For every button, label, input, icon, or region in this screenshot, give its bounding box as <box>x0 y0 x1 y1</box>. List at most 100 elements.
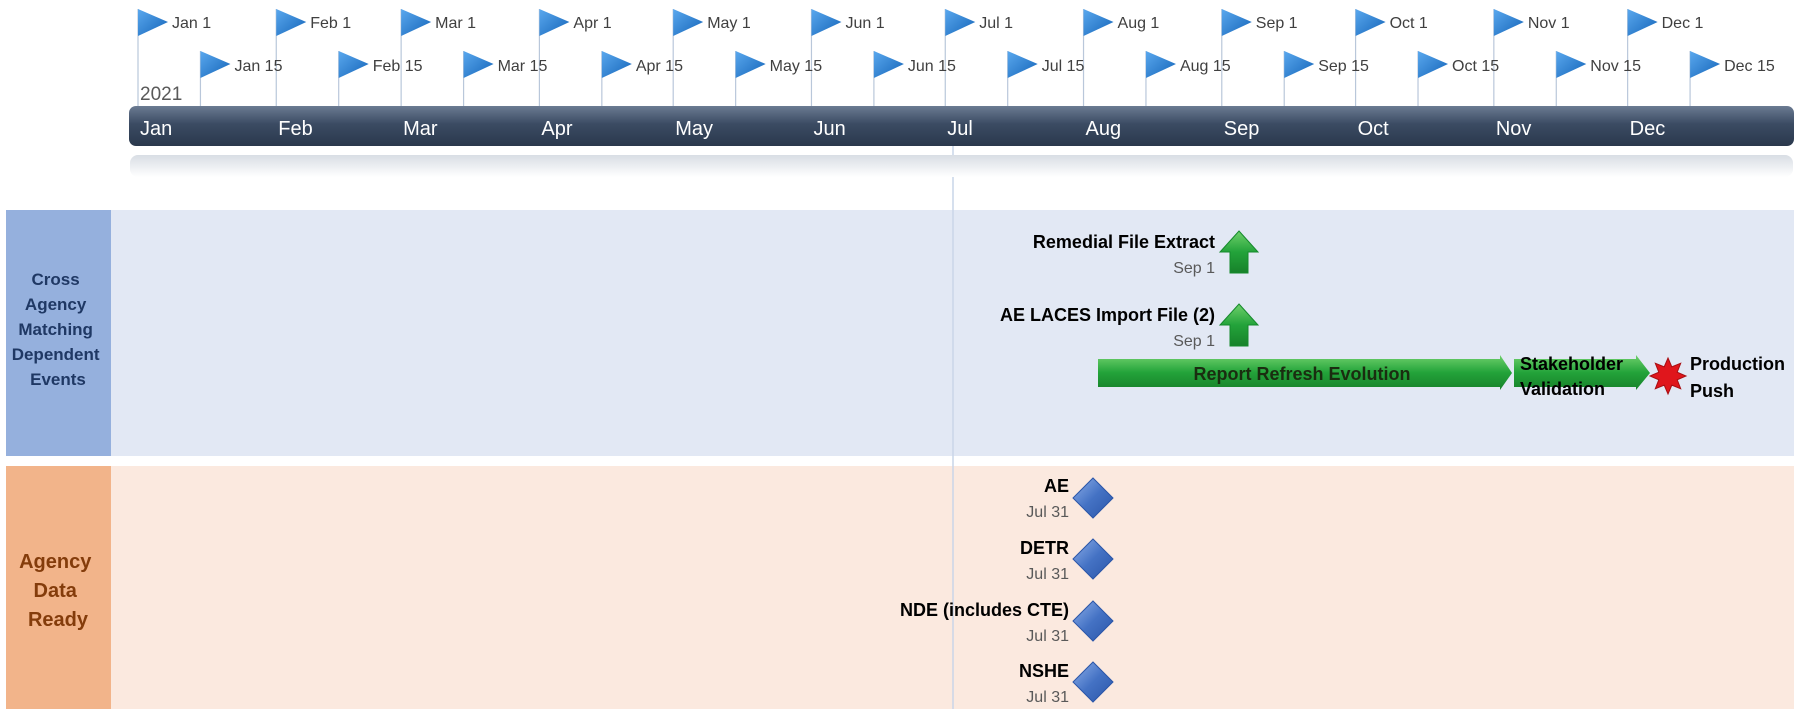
marker-label: Jan 15 <box>234 58 282 75</box>
flag-icon <box>1083 9 1114 36</box>
date-marker: Jul 15 <box>1007 51 1085 106</box>
milestone-title: Remedial File Extract <box>1033 232 1215 252</box>
marker-label: Nov 1 <box>1528 15 1570 32</box>
marker-label: Apr 1 <box>573 15 611 32</box>
month-label: Jan <box>140 118 172 140</box>
date-marker: Apr 15 <box>601 51 683 106</box>
flag-icon <box>1355 9 1386 36</box>
lane-label-cross-agency-line: Agency <box>25 295 87 314</box>
month-label: Apr <box>541 118 572 140</box>
task-label: Report Refresh Evolution <box>1193 364 1410 384</box>
lane-label-agency-data-line: Data <box>34 580 78 602</box>
month-label: Mar <box>403 118 438 140</box>
flag-icon <box>1493 9 1524 36</box>
flag-icon <box>1007 51 1038 78</box>
star-burst-icon <box>1648 356 1688 396</box>
month-label: Jul <box>947 118 973 140</box>
marker-label: Oct 15 <box>1452 58 1499 75</box>
marker-label: Aug 1 <box>1118 15 1160 32</box>
milestone-title: NSHE <box>1019 661 1069 681</box>
marker-label: Oct 1 <box>1390 15 1428 32</box>
marker-label: Jun 1 <box>845 15 884 32</box>
flag-icon <box>276 9 307 36</box>
marker-label: May 15 <box>770 58 823 75</box>
flag-icon <box>1418 51 1449 78</box>
date-marker: Jan 15 <box>199 51 283 106</box>
marker-label: Sep 15 <box>1318 58 1369 75</box>
date-marker: Feb 15 <box>338 51 423 106</box>
marker-label: Mar 15 <box>498 58 548 75</box>
flag-icon <box>1556 51 1587 78</box>
marker-label: Jul 1 <box>979 15 1013 32</box>
flag-icon <box>945 9 976 36</box>
milestone-title: AE LACES Import File (2) <box>1000 305 1215 325</box>
lane-label-cross-agency-line: Events <box>30 370 86 389</box>
flag-icon <box>463 51 494 78</box>
milestone-date: Jul 31 <box>1026 566 1069 583</box>
flag-icon <box>601 51 632 78</box>
date-marker: Jun 15 <box>873 51 956 106</box>
flag-icon <box>401 9 432 36</box>
month-label: Jun <box>813 118 845 140</box>
flag-icon <box>1145 51 1176 78</box>
timeline-bar-reflection <box>130 155 1793 177</box>
flag-icon <box>811 9 842 36</box>
milestone-date: Sep 1 <box>1173 333 1215 350</box>
milestone-label-line: Production <box>1690 354 1785 374</box>
flag-icon <box>1627 9 1658 36</box>
task-label-line: Validation <box>1520 379 1605 399</box>
timeline-date-markers: Jan 1 Feb 1 Mar 1 Apr 1 May 1 Jun 1 Jul 1 Aug 1… <box>137 9 1775 106</box>
flag-icon <box>873 51 904 78</box>
month-label: Sep <box>1224 118 1260 140</box>
month-label: Nov <box>1496 118 1532 140</box>
flag-icon <box>338 51 369 78</box>
month-label: Feb <box>278 118 312 140</box>
milestone-date: Sep 1 <box>1173 260 1215 277</box>
marker-label: Dec 15 <box>1724 58 1775 75</box>
marker-label: May 1 <box>707 15 751 32</box>
flag-icon <box>1690 51 1721 78</box>
date-marker: Sep 15 <box>1283 51 1369 106</box>
timeline-year: 2021 <box>140 84 182 105</box>
lane-label-cross-agency-line: Dependent <box>12 345 100 364</box>
task-report-refresh-evolution: Report Refresh Evolution <box>1098 355 1512 390</box>
milestone-title: NDE (includes CTE) <box>900 600 1069 620</box>
marker-label: Dec 1 <box>1662 15 1704 32</box>
milestone-date: Jul 31 <box>1026 689 1069 706</box>
marker-label: Apr 15 <box>636 58 683 75</box>
milestone-title: AE <box>1044 476 1069 496</box>
flag-icon <box>673 9 704 36</box>
month-label: Aug <box>1086 118 1122 140</box>
marker-label: Feb 15 <box>373 58 423 75</box>
flag-icon <box>1284 51 1315 78</box>
lane-label-agency-data-line: Agency <box>19 551 92 573</box>
date-marker: Mar 15 <box>462 51 548 106</box>
lane-label-agency-data-line: Ready <box>28 609 89 631</box>
date-marker: Nov 15 <box>1555 51 1641 106</box>
month-label: Dec <box>1630 118 1666 140</box>
flag-icon <box>539 9 570 36</box>
marker-label: Sep 1 <box>1256 15 1298 32</box>
month-label: May <box>675 118 713 140</box>
lane-label-cross-agency-line: Matching <box>18 320 93 339</box>
date-marker: Apr 1 <box>538 9 612 106</box>
timeline-diagram: Cross Agency Matching Dependent Events A… <box>6 9 1794 709</box>
marker-label: Jan 1 <box>172 15 211 32</box>
marker-label: Aug 15 <box>1180 58 1231 75</box>
marker-label: Feb 1 <box>310 15 351 32</box>
date-marker: May 15 <box>735 51 823 106</box>
milestone-label-line: Push <box>1690 381 1734 401</box>
milestone-title: DETR <box>1020 538 1069 558</box>
date-marker: Oct 15 <box>1417 51 1499 106</box>
flag-icon <box>1221 9 1252 36</box>
lane-label-cross-agency-line: Cross <box>32 270 80 289</box>
flag-icon <box>735 51 766 78</box>
milestone-date: Jul 31 <box>1026 628 1069 645</box>
flag-icon <box>138 9 168 36</box>
milestone-date: Jul 31 <box>1026 504 1069 521</box>
task-label-line: Stakeholder <box>1520 354 1623 374</box>
lane-band-cross-agency <box>6 210 1794 456</box>
date-marker: Dec 15 <box>1689 51 1775 106</box>
marker-label: Jul 15 <box>1042 58 1085 75</box>
date-marker: Aug 15 <box>1145 51 1231 106</box>
